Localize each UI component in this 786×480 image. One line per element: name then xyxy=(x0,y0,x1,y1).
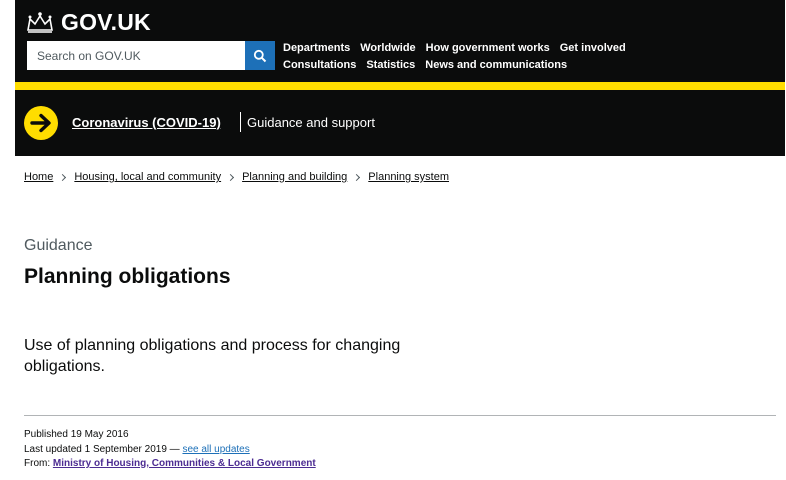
section-divider xyxy=(24,415,776,416)
nav-link-news-and-communications[interactable]: News and communications xyxy=(425,59,567,71)
see-all-updates-link[interactable]: see all updates xyxy=(182,444,249,455)
breadcrumb: Home Housing, local and community Planni… xyxy=(24,171,449,183)
nav-row-1: Departments Worldwide How government wor… xyxy=(283,39,763,56)
nav-row-2: Consultations Statistics News and commun… xyxy=(283,56,763,73)
breadcrumb-housing[interactable]: Housing, local and community xyxy=(74,171,221,183)
organisation-link[interactable]: Ministry of Housing, Communities & Local… xyxy=(53,458,316,469)
govuk-logo[interactable]: GOV.UK xyxy=(25,9,151,35)
search-input[interactable] xyxy=(27,41,245,70)
nav-link-departments[interactable]: Departments xyxy=(283,42,350,54)
nav-link-how-government-works[interactable]: How government works xyxy=(426,42,550,54)
chevron-right-icon xyxy=(227,173,235,181)
breadcrumb-planning-building[interactable]: Planning and building xyxy=(242,171,347,183)
published-date: Published 19 May 2016 xyxy=(24,429,129,440)
search-icon xyxy=(253,49,267,62)
search-button[interactable] xyxy=(245,41,275,70)
arrow-right-icon xyxy=(24,106,58,140)
crown-icon xyxy=(27,12,53,33)
nav-link-get-involved[interactable]: Get involved xyxy=(560,42,626,54)
nav-link-statistics[interactable]: Statistics xyxy=(366,59,415,71)
page-lead: Use of planning obligations and process … xyxy=(24,337,401,375)
page-caption: Guidance xyxy=(24,237,93,254)
header-yellow-stripe xyxy=(15,82,785,90)
covid-separator xyxy=(240,112,241,132)
covid-banner-text: Guidance and support xyxy=(247,115,375,130)
logo-text: GOV.UK xyxy=(61,8,151,35)
breadcrumb-home[interactable]: Home xyxy=(24,171,53,183)
from-label: From: xyxy=(24,458,51,469)
chevron-right-icon xyxy=(59,173,67,181)
chevron-right-icon xyxy=(353,173,361,181)
page-title: Planning obligations xyxy=(24,265,231,288)
from-organisation: From: Ministry of Housing, Communities &… xyxy=(24,458,316,469)
main-navigation: Departments Worldwide How government wor… xyxy=(283,39,763,73)
govuk-header: GOV.UK Departments Worldwide How governm… xyxy=(15,0,785,90)
nav-link-consultations[interactable]: Consultations xyxy=(283,59,356,71)
covid-banner: Coronavirus (COVID-19) Guidance and supp… xyxy=(15,90,785,156)
search-form xyxy=(27,41,275,70)
last-updated-text: Last updated 1 September 2019 — xyxy=(24,444,180,455)
last-updated: Last updated 1 September 2019 — see all … xyxy=(24,444,250,455)
covid-link[interactable]: Coronavirus (COVID-19) xyxy=(72,115,221,130)
nav-link-worldwide[interactable]: Worldwide xyxy=(360,42,415,54)
breadcrumb-planning-system[interactable]: Planning system xyxy=(368,171,449,183)
